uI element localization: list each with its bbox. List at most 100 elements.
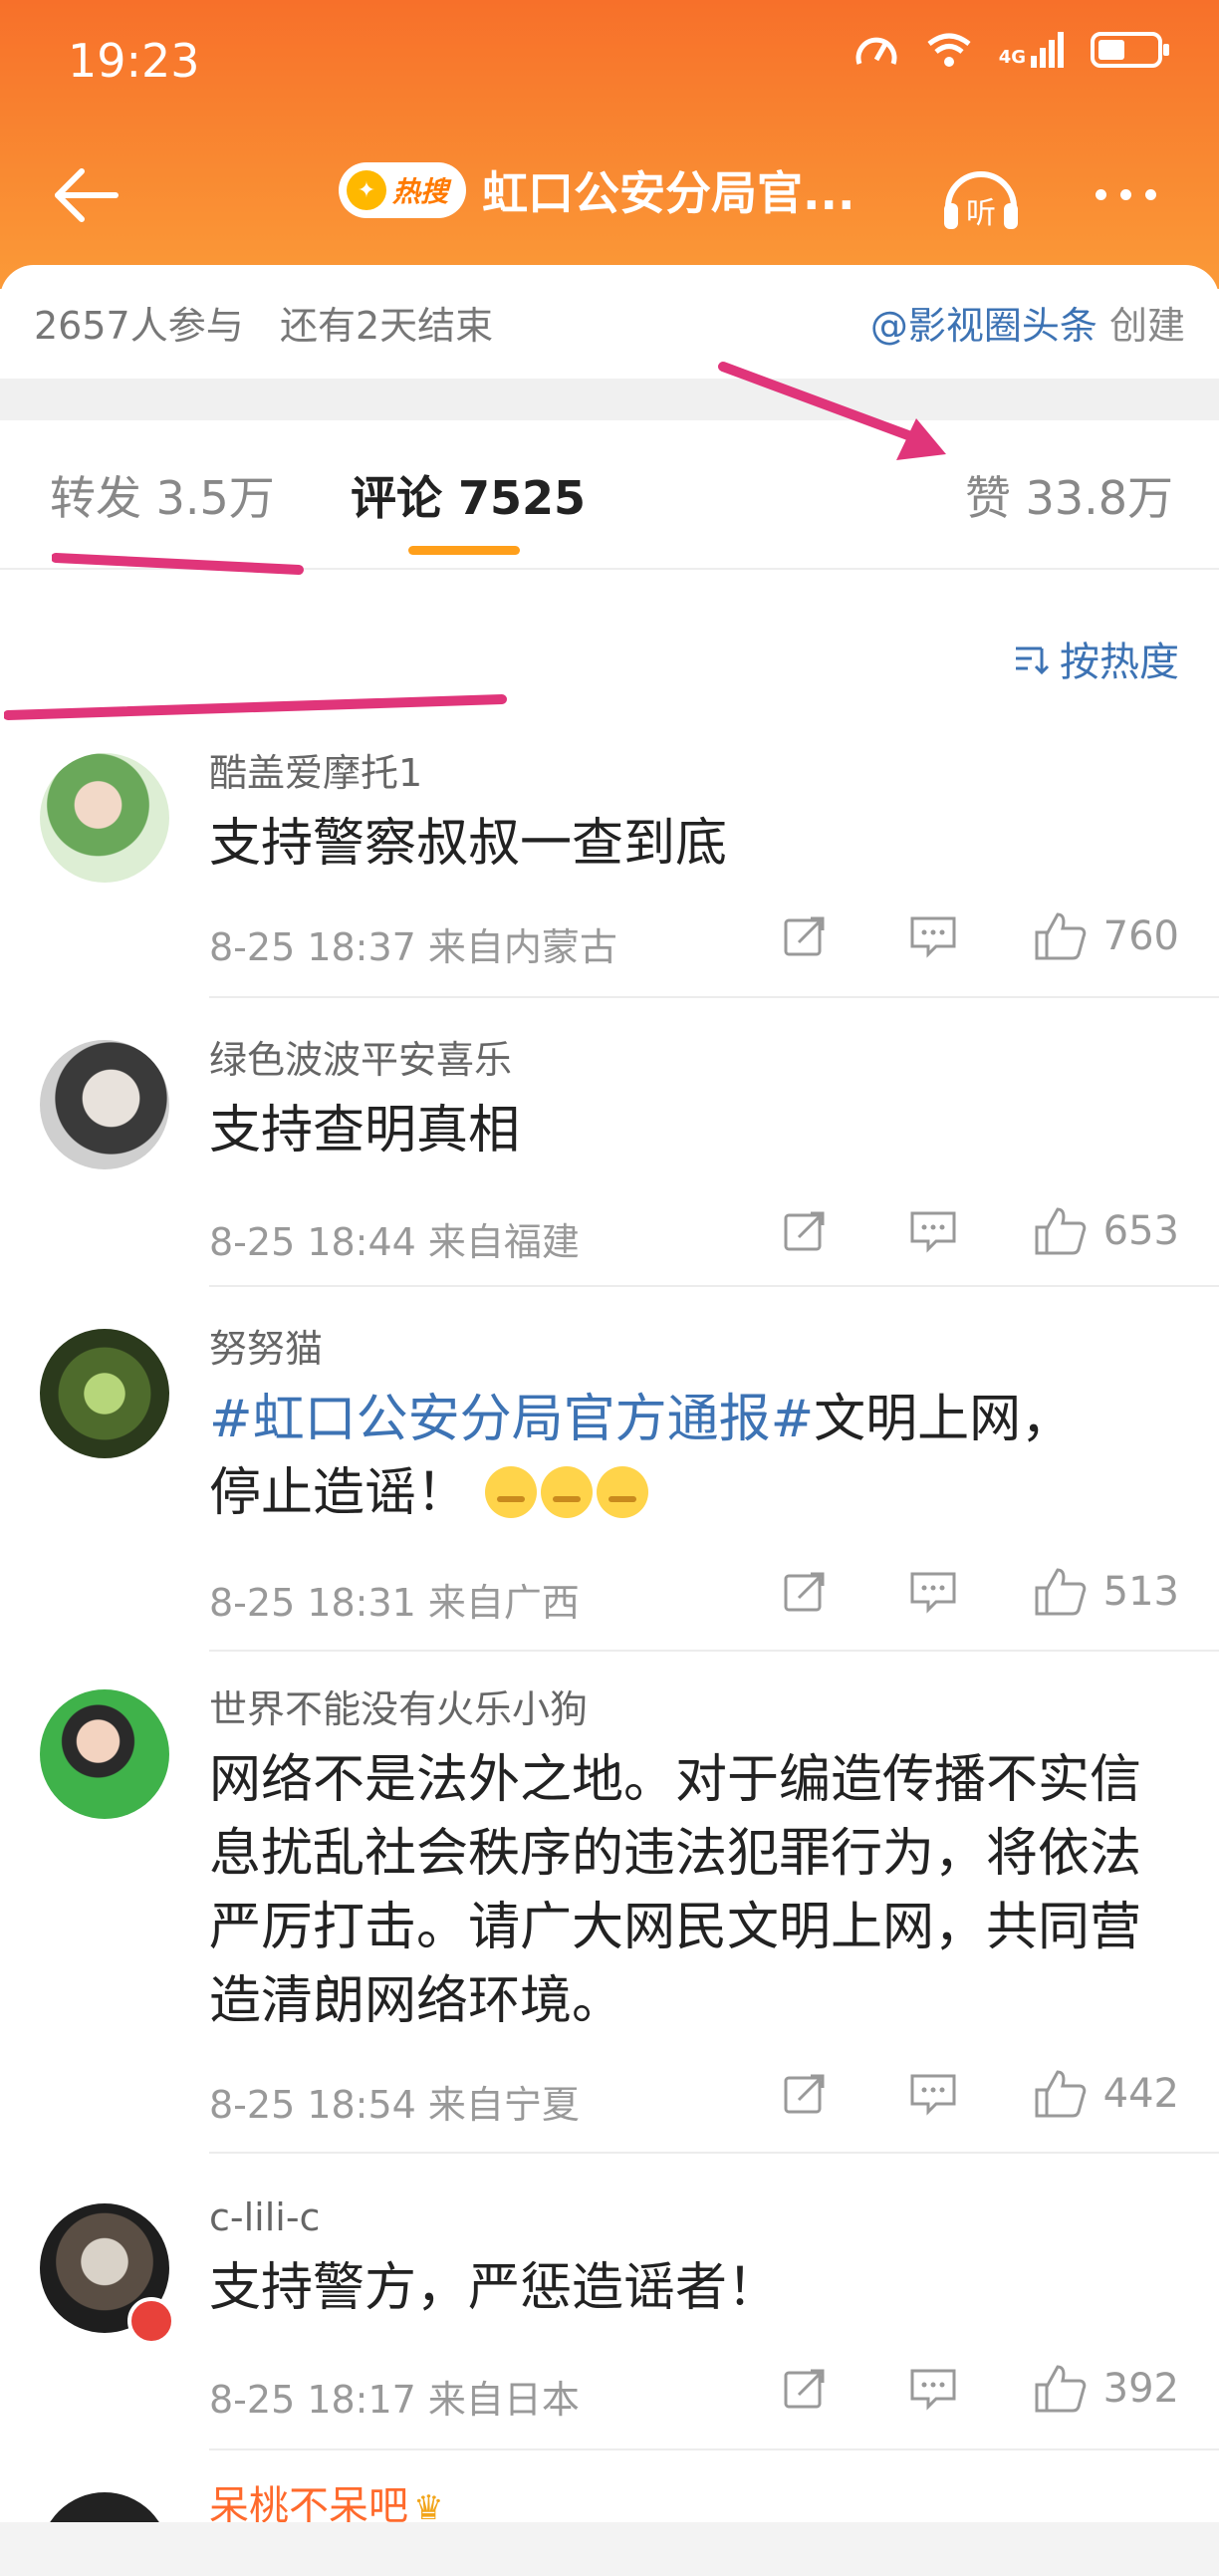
wifi-icon <box>927 33 971 67</box>
like-icon[interactable] <box>1034 1205 1088 1257</box>
bottom-input-bar <box>0 2522 1219 2576</box>
nav-title-group: ✦ 热搜 虹口公安分局官... <box>339 157 854 223</box>
hot-search-badge[interactable]: ✦ 热搜 <box>339 162 467 218</box>
back-arrow-icon[interactable] <box>50 159 122 231</box>
page-title: 虹口公安分局官... <box>482 166 855 220</box>
annotation-underline-left <box>4 694 507 720</box>
comment-icon[interactable] <box>908 1207 958 1255</box>
listen-label: 听 <box>966 196 996 231</box>
comment-meta: 8-25 18:17 来自日本 <box>209 2378 580 2422</box>
status-time: 19:23 <box>68 34 200 88</box>
like-count: 653 <box>1102 1208 1179 1254</box>
divider <box>209 1285 1219 1287</box>
like-icon[interactable] <box>1034 2363 1088 2415</box>
comment-item: 绿色波波平安喜乐 支持查明真相 8-25 18:44 来自福建 653 <box>0 1036 1219 1287</box>
tab-comments[interactable]: 评论 7525 <box>351 462 586 528</box>
like-icon[interactable] <box>1034 2068 1088 2120</box>
comment-actions: 653 <box>781 1205 1179 1257</box>
like-count: 392 <box>1102 2366 1179 2412</box>
status-icons: 4G <box>853 30 1171 70</box>
divider <box>209 2448 1219 2450</box>
share-icon[interactable] <box>781 912 829 960</box>
comment-item: 呆桃不呆吧 ♛ <box>0 2480 1219 2522</box>
avatar[interactable] <box>40 1040 169 1169</box>
comment-text-block: #虹口公安分局官方通报#文明上网， 停止造谣！ <box>209 1383 1179 1530</box>
battery-icon <box>1091 32 1169 68</box>
creator-suffix: 创建 <box>1108 304 1185 348</box>
avatar[interactable] <box>40 753 169 883</box>
comment-text-line2: 停止造谣！ <box>209 1463 469 1523</box>
comment-icon[interactable] <box>908 912 958 960</box>
share-icon[interactable] <box>781 1568 829 1616</box>
network-type: 4G <box>998 47 1026 68</box>
crown-icon: ♛ <box>413 2488 444 2522</box>
emoji-icon <box>484 1466 537 1518</box>
comment-item: c-lili-c 支持警方，严惩造谣者！ 8-25 18:17 来自日本 392 <box>0 2193 1219 2452</box>
comment-username[interactable]: 绿色波波平安喜乐 <box>209 1036 1179 1084</box>
divider <box>209 2152 1219 2154</box>
divider <box>209 996 1219 998</box>
comment-text: 文明上网， <box>814 1390 1074 1449</box>
section-divider <box>0 379 1219 420</box>
avatar[interactable] <box>40 1689 169 1819</box>
share-icon[interactable] <box>781 2365 829 2413</box>
emoji-icon <box>540 1466 593 1518</box>
comment-meta: 8-25 18:44 来自福建 <box>209 1220 580 1264</box>
topic-creator: @影视圈头条 创建 <box>870 295 1185 350</box>
comment-actions: 442 <box>781 2068 1179 2120</box>
comment-meta: 8-25 18:37 来自内蒙古 <box>209 925 617 969</box>
share-icon[interactable] <box>781 1207 829 1255</box>
headphones-icon[interactable]: 听 <box>940 157 1022 237</box>
hot-badge-label: 热搜 <box>392 175 449 208</box>
like-count: 513 <box>1102 1569 1179 1615</box>
comment-username[interactable]: 努努猫 <box>209 1325 1179 1373</box>
sort-label: 按热度 <box>1060 640 1179 685</box>
sort-button[interactable]: 按热度 <box>1012 630 1179 687</box>
like-count: 760 <box>1102 913 1179 959</box>
comment-username[interactable]: 酷盖爱摩托1 <box>209 749 1179 797</box>
comment-username[interactable]: c-lili-c <box>209 2193 1179 2241</box>
emoji-icon <box>596 1466 648 1518</box>
comment-meta: 8-25 18:31 来自广西 <box>209 1581 580 1625</box>
topic-stats: 2657人参与 还有2天结束 <box>34 295 493 350</box>
comment-icon[interactable] <box>908 2070 958 2118</box>
flame-icon: ✦ <box>347 170 386 210</box>
comment-meta: 8-25 18:54 来自宁夏 <box>209 2083 580 2127</box>
tab-likes[interactable]: 赞 33.8万 <box>965 462 1173 528</box>
comment-actions: 760 <box>781 910 1179 962</box>
comment-text: 支持查明真相 <box>209 1101 521 1160</box>
signal-4g-icon: 4G <box>999 32 1064 68</box>
like-icon[interactable] <box>1034 910 1088 962</box>
speed-icon <box>855 37 897 65</box>
comment-item: 努努猫 #虹口公安分局官方通报#文明上网， 停止造谣！ 8-25 18:31 来… <box>0 1325 1219 1654</box>
avatar[interactable] <box>40 2492 169 2522</box>
comment-item: 酷盖爱摩托1 支持警察叔叔一查到底 8-25 18:37 来自内蒙古 760 <box>0 749 1219 998</box>
verified-badge <box>127 2297 175 2345</box>
time-remaining: 还有2天结束 <box>279 304 494 348</box>
creator-link[interactable]: @影视圈头条 <box>870 304 1097 348</box>
tab-repost[interactable]: 转发 3.5万 <box>50 462 275 528</box>
comment-text: 支持警方，严惩造谣者！ <box>209 2258 780 2318</box>
comment-actions: 513 <box>781 1566 1179 1618</box>
participants-count: 2657人参与 <box>34 304 244 348</box>
topic-hashtag-link[interactable]: #虹口公安分局官方通报# <box>209 1390 814 1449</box>
avatar[interactable] <box>40 1329 169 1458</box>
divider <box>209 1650 1219 1652</box>
sort-icon <box>1016 646 1050 675</box>
more-icon[interactable] <box>1096 189 1156 200</box>
comment-icon[interactable] <box>908 1568 958 1616</box>
comment-item: 世界不能没有火乐小狗 网络不是法外之地。对于编造传播不实信息扰乱社会秩序的违法犯… <box>0 1685 1219 2154</box>
like-icon[interactable] <box>1034 1566 1088 1618</box>
comment-icon[interactable] <box>908 2365 958 2413</box>
comment-username[interactable]: 呆桃不呆吧 <box>209 2483 408 2522</box>
active-tab-indicator <box>408 546 520 555</box>
comment-text: 网络不是法外之地。对于编造传播不实信息扰乱社会秩序的违法犯罪行为，将依法严厉打击… <box>209 1750 1142 2031</box>
comment-actions: 392 <box>781 2363 1179 2415</box>
topic-info-card: 2657人参与 还有2天结束 @影视圈头条 创建 <box>0 265 1219 379</box>
comment-username[interactable]: 世界不能没有火乐小狗 <box>209 1685 1179 1733</box>
like-count: 442 <box>1102 2071 1179 2117</box>
tab-bar: 转发 3.5万 评论 7525 赞 33.8万 <box>0 420 1219 570</box>
share-icon[interactable] <box>781 2070 829 2118</box>
app-header: 19:23 4G ✦ 热搜 虹口公安分局官... 听 <box>0 0 1219 289</box>
comment-text: 支持警察叔叔一查到底 <box>209 814 728 874</box>
